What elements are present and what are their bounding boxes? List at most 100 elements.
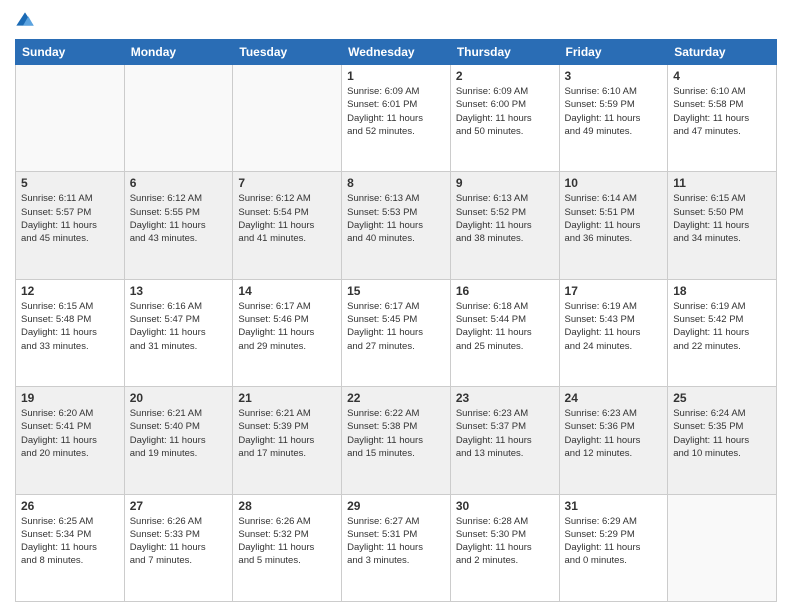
day-number: 19: [21, 391, 119, 405]
calendar-cell: 6Sunrise: 6:12 AM Sunset: 5:55 PM Daylig…: [124, 172, 233, 279]
day-number: 15: [347, 284, 445, 298]
day-number: 11: [673, 176, 771, 190]
day-number: 9: [456, 176, 554, 190]
calendar-table: SundayMondayTuesdayWednesdayThursdayFrid…: [15, 39, 777, 602]
weekday-header-row: SundayMondayTuesdayWednesdayThursdayFrid…: [16, 40, 777, 65]
weekday-header-monday: Monday: [124, 40, 233, 65]
calendar-week-row: 5Sunrise: 6:11 AM Sunset: 5:57 PM Daylig…: [16, 172, 777, 279]
calendar-cell: 23 Sunrise: 6:23 AM Sunset: 5:37 PM Dayli…: [450, 387, 559, 494]
day-info: Sunrise: 6:15 AM Sunset: 5:50 PM Dayligh…: [673, 192, 771, 245]
calendar-week-row: 19 Sunrise: 6:20 AM Sunset: 5:41 PM Dayli…: [16, 387, 777, 494]
day-info: Sunrise: 6:25 AM Sunset: 5:34 PM Dayligh…: [21, 515, 119, 568]
calendar-cell: 2 Sunrise: 6:09 AM Sunset: 6:00 PM Daylig…: [450, 65, 559, 172]
calendar-cell: 3 Sunrise: 6:10 AM Sunset: 5:59 PM Daylig…: [559, 65, 668, 172]
day-info: Sunrise: 6:29 AM Sunset: 5:29 PM Dayligh…: [565, 515, 663, 568]
calendar-cell: 9 Sunrise: 6:13 AM Sunset: 5:52 PM Daylig…: [450, 172, 559, 279]
day-number: 13: [130, 284, 228, 298]
day-number: 7: [238, 176, 336, 190]
day-info: Sunrise: 6:15 AM Sunset: 5:48 PM Dayligh…: [21, 300, 119, 353]
day-number: 27: [130, 499, 228, 513]
calendar-cell: 1 Sunrise: 6:09 AM Sunset: 6:01 PM Daylig…: [342, 65, 451, 172]
day-number: 17: [565, 284, 663, 298]
day-info: Sunrise: 6:22 AM Sunset: 5:38 PM Dayligh…: [347, 407, 445, 460]
day-info: Sunrise: 6:21 AM Sunset: 5:39 PM Dayligh…: [238, 407, 336, 460]
weekday-header-thursday: Thursday: [450, 40, 559, 65]
day-info: Sunrise: 6:21 AM Sunset: 5:40 PM Dayligh…: [130, 407, 228, 460]
calendar-cell: 8 Sunrise: 6:13 AM Sunset: 5:53 PM Daylig…: [342, 172, 451, 279]
header: [15, 10, 777, 31]
day-info: Sunrise: 6:19 AM Sunset: 5:43 PM Dayligh…: [565, 300, 663, 353]
weekday-header-tuesday: Tuesday: [233, 40, 342, 65]
calendar-cell: 16 Sunrise: 6:18 AM Sunset: 5:44 PM Dayli…: [450, 279, 559, 386]
weekday-header-friday: Friday: [559, 40, 668, 65]
logo-icon: [15, 11, 35, 31]
day-info: Sunrise: 6:09 AM Sunset: 6:01 PM Dayligh…: [347, 85, 445, 138]
day-number: 3: [565, 69, 663, 83]
calendar-cell: 21 Sunrise: 6:21 AM Sunset: 5:39 PM Dayli…: [233, 387, 342, 494]
day-info: Sunrise: 6:10 AM Sunset: 5:58 PM Dayligh…: [673, 85, 771, 138]
weekday-header-saturday: Saturday: [668, 40, 777, 65]
day-number: 4: [673, 69, 771, 83]
day-info: Sunrise: 6:23 AM Sunset: 5:36 PM Dayligh…: [565, 407, 663, 460]
day-number: 12: [21, 284, 119, 298]
calendar-cell: 28 Sunrise: 6:26 AM Sunset: 5:32 PM Dayli…: [233, 494, 342, 601]
day-info: Sunrise: 6:23 AM Sunset: 5:37 PM Dayligh…: [456, 407, 554, 460]
calendar-cell: [233, 65, 342, 172]
weekday-header-sunday: Sunday: [16, 40, 125, 65]
day-info: Sunrise: 6:27 AM Sunset: 5:31 PM Dayligh…: [347, 515, 445, 568]
day-number: 16: [456, 284, 554, 298]
calendar-cell: 17 Sunrise: 6:19 AM Sunset: 5:43 PM Dayli…: [559, 279, 668, 386]
calendar-cell: [124, 65, 233, 172]
calendar-week-row: 12 Sunrise: 6:15 AM Sunset: 5:48 PM Dayli…: [16, 279, 777, 386]
calendar-cell: 18Sunrise: 6:19 AM Sunset: 5:42 PM Dayli…: [668, 279, 777, 386]
day-info: Sunrise: 6:20 AM Sunset: 5:41 PM Dayligh…: [21, 407, 119, 460]
calendar-cell: 10 Sunrise: 6:14 AM Sunset: 5:51 PM Dayli…: [559, 172, 668, 279]
day-number: 1: [347, 69, 445, 83]
day-number: 10: [565, 176, 663, 190]
calendar-cell: 14 Sunrise: 6:17 AM Sunset: 5:46 PM Dayli…: [233, 279, 342, 386]
calendar-cell: 20Sunrise: 6:21 AM Sunset: 5:40 PM Dayli…: [124, 387, 233, 494]
day-number: 22: [347, 391, 445, 405]
day-info: Sunrise: 6:24 AM Sunset: 5:35 PM Dayligh…: [673, 407, 771, 460]
day-number: 14: [238, 284, 336, 298]
calendar-cell: 22 Sunrise: 6:22 AM Sunset: 5:38 PM Dayli…: [342, 387, 451, 494]
calendar-week-row: 1 Sunrise: 6:09 AM Sunset: 6:01 PM Daylig…: [16, 65, 777, 172]
day-number: 29: [347, 499, 445, 513]
day-number: 8: [347, 176, 445, 190]
day-info: Sunrise: 6:18 AM Sunset: 5:44 PM Dayligh…: [456, 300, 554, 353]
day-number: 18: [673, 284, 771, 298]
day-number: 21: [238, 391, 336, 405]
day-info: Sunrise: 6:09 AM Sunset: 6:00 PM Dayligh…: [456, 85, 554, 138]
calendar-cell: 19 Sunrise: 6:20 AM Sunset: 5:41 PM Dayli…: [16, 387, 125, 494]
day-number: 2: [456, 69, 554, 83]
day-info: Sunrise: 6:10 AM Sunset: 5:59 PM Dayligh…: [565, 85, 663, 138]
logo: [15, 10, 39, 31]
day-info: Sunrise: 6:14 AM Sunset: 5:51 PM Dayligh…: [565, 192, 663, 245]
calendar-cell: 7 Sunrise: 6:12 AM Sunset: 5:54 PM Daylig…: [233, 172, 342, 279]
weekday-header-wednesday: Wednesday: [342, 40, 451, 65]
day-number: 28: [238, 499, 336, 513]
calendar-week-row: 26 Sunrise: 6:25 AM Sunset: 5:34 PM Dayli…: [16, 494, 777, 601]
day-info: Sunrise: 6:17 AM Sunset: 5:46 PM Dayligh…: [238, 300, 336, 353]
day-info: Sunrise: 6:17 AM Sunset: 5:45 PM Dayligh…: [347, 300, 445, 353]
calendar-cell: 26 Sunrise: 6:25 AM Sunset: 5:34 PM Dayli…: [16, 494, 125, 601]
calendar-cell: 13 Sunrise: 6:16 AM Sunset: 5:47 PM Dayli…: [124, 279, 233, 386]
calendar-cell: 4 Sunrise: 6:10 AM Sunset: 5:58 PM Daylig…: [668, 65, 777, 172]
day-info: Sunrise: 6:26 AM Sunset: 5:32 PM Dayligh…: [238, 515, 336, 568]
calendar-cell: 5Sunrise: 6:11 AM Sunset: 5:57 PM Daylig…: [16, 172, 125, 279]
calendar-cell: 25 Sunrise: 6:24 AM Sunset: 5:35 PM Dayli…: [668, 387, 777, 494]
calendar-cell: 29 Sunrise: 6:27 AM Sunset: 5:31 PM Dayli…: [342, 494, 451, 601]
day-info: Sunrise: 6:12 AM Sunset: 5:55 PM Dayligh…: [130, 192, 228, 245]
day-info: Sunrise: 6:16 AM Sunset: 5:47 PM Dayligh…: [130, 300, 228, 353]
day-number: 24: [565, 391, 663, 405]
day-number: 26: [21, 499, 119, 513]
day-info: Sunrise: 6:12 AM Sunset: 5:54 PM Dayligh…: [238, 192, 336, 245]
calendar-cell: 24 Sunrise: 6:23 AM Sunset: 5:36 PM Dayli…: [559, 387, 668, 494]
day-info: Sunrise: 6:13 AM Sunset: 5:53 PM Dayligh…: [347, 192, 445, 245]
day-number: 5: [21, 176, 119, 190]
day-number: 31: [565, 499, 663, 513]
day-number: 25: [673, 391, 771, 405]
calendar-cell: 27Sunrise: 6:26 AM Sunset: 5:33 PM Dayli…: [124, 494, 233, 601]
day-number: 23: [456, 391, 554, 405]
day-info: Sunrise: 6:13 AM Sunset: 5:52 PM Dayligh…: [456, 192, 554, 245]
